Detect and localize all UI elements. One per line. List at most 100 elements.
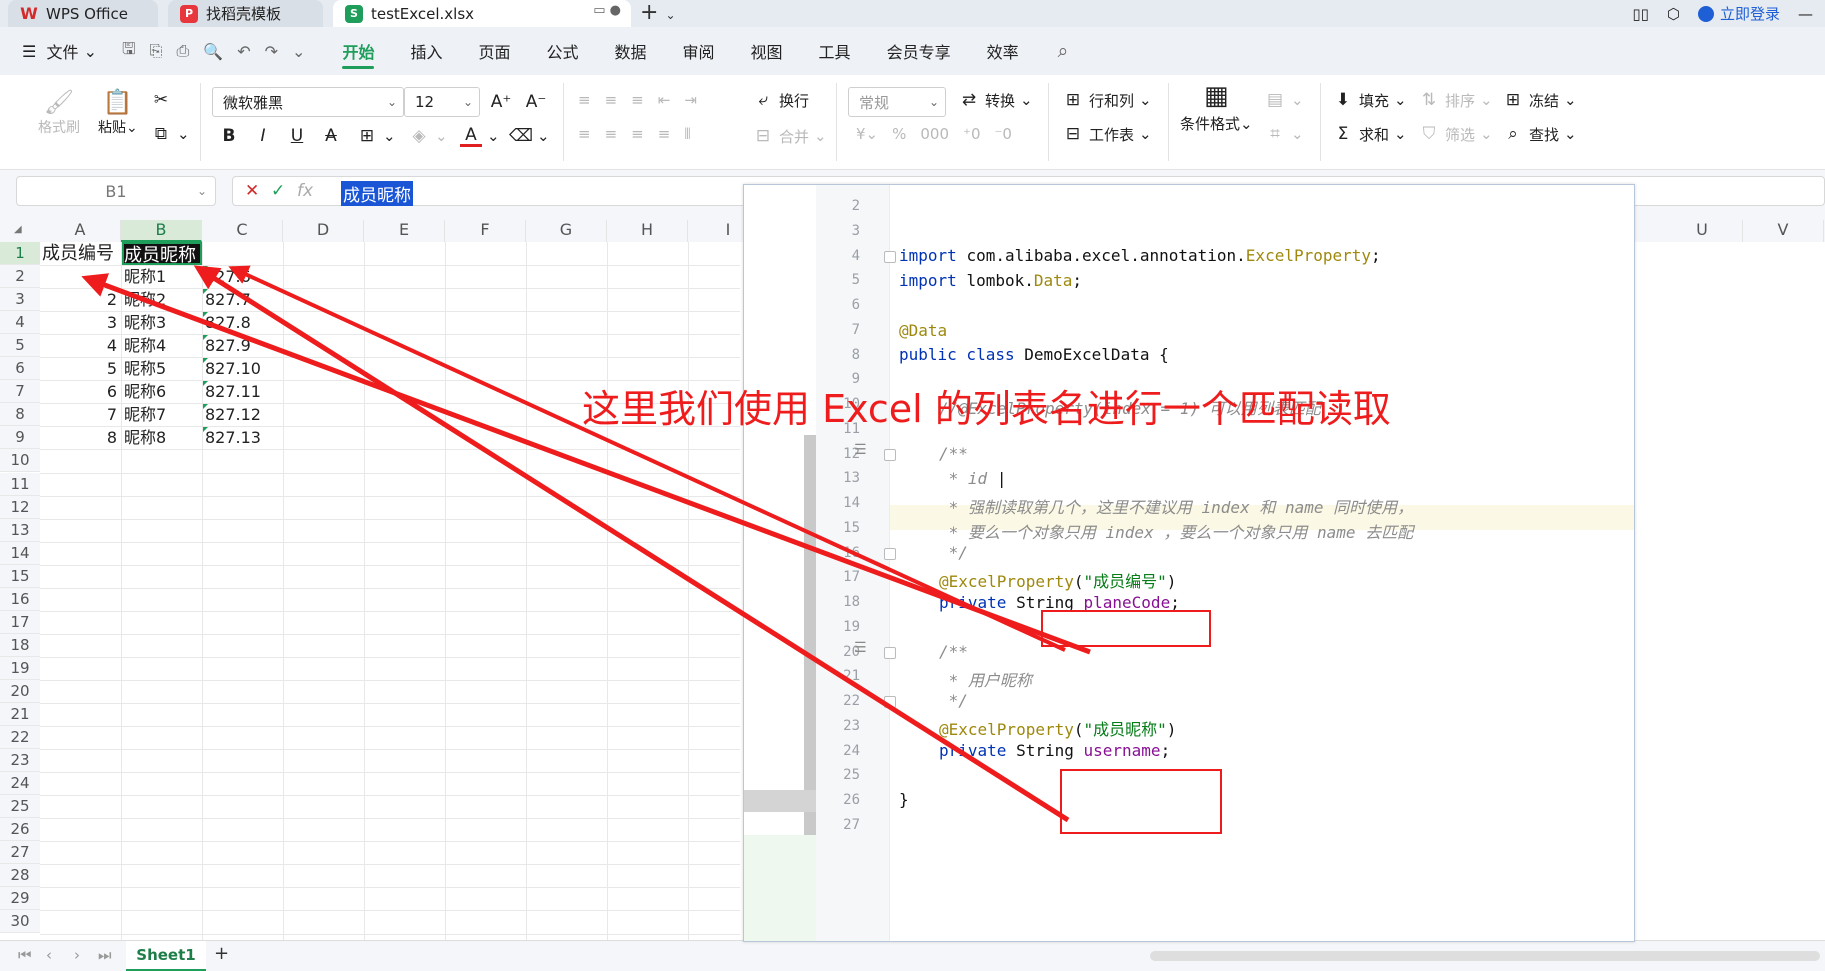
tab-wps-office[interactable]: W WPS Office: [8, 0, 158, 27]
format-painter-button[interactable]: 🖌 格式刷: [38, 88, 80, 137]
code-line-doc-2[interactable]: * 要么一个对象只用 index ，要么一个对象只用 name 去匹配: [939, 519, 1414, 543]
fold-icon[interactable]: [884, 251, 896, 263]
align-top-group[interactable]: ≡ ≡ ≡ ⇤ ⇥: [578, 91, 697, 109]
tab-status-icon[interactable]: ▭ ●: [593, 3, 621, 18]
grid-cell[interactable]: 8: [42, 426, 117, 449]
print-icon[interactable]: ⎙: [169, 41, 196, 61]
grid-cell[interactable]: 3: [42, 311, 117, 334]
last-sheet-icon[interactable]: ⏭: [98, 946, 112, 964]
first-sheet-icon[interactable]: ⏮: [18, 946, 32, 964]
row-header[interactable]: 25: [0, 795, 40, 819]
column-header[interactable]: B: [121, 220, 202, 242]
number-tools-group[interactable]: ¥⌄% 000 ⁺0 ⁻0: [856, 125, 1012, 143]
grid-cell[interactable]: [42, 265, 117, 288]
code-line-prop2[interactable]: @ExcelProperty("成员昵称"): [939, 716, 1176, 740]
grid-cell[interactable]: 827.11: [205, 380, 283, 403]
bold-button[interactable]: B: [218, 125, 240, 147]
grid-cell[interactable]: 昵称7: [124, 403, 202, 426]
code-line-doc-open-2[interactable]: /**: [939, 642, 968, 661]
row-header[interactable]: 14: [0, 541, 40, 565]
font-family-select[interactable]: 微软雅黑 ⌄: [212, 87, 404, 117]
next-sheet-icon[interactable]: ›: [74, 946, 80, 964]
underline-button[interactable]: U: [286, 125, 308, 147]
font-size-select[interactable]: 12 ⌄: [404, 87, 480, 117]
row-header[interactable]: 8: [0, 403, 40, 427]
column-header[interactable]: F: [445, 220, 526, 242]
code-line-doc-open[interactable]: /**: [939, 444, 968, 463]
number-format-select[interactable]: 常规 ⌄: [848, 87, 946, 117]
grid-cell[interactable]: 5: [42, 357, 117, 380]
row-header[interactable]: 20: [0, 679, 40, 703]
cube-icon[interactable]: ⬡: [1667, 5, 1680, 23]
grid-cell[interactable]: 827.8: [205, 311, 283, 334]
table-style-button[interactable]: ⌗ ⌄: [1264, 123, 1303, 145]
column-header[interactable]: H: [607, 220, 688, 242]
save-icon[interactable]: 🖫: [115, 38, 143, 65]
row-header[interactable]: 27: [0, 841, 40, 865]
name-box[interactable]: B1 ⌄: [16, 176, 216, 206]
row-header[interactable]: 17: [0, 610, 40, 634]
column-header[interactable]: A: [40, 220, 121, 242]
row-header[interactable]: 2: [0, 265, 40, 289]
row-header[interactable]: 3: [0, 288, 40, 312]
border-button[interactable]: ⊞ ⌄: [356, 125, 396, 147]
file-menu[interactable]: ☰ 文件 ⌄: [0, 27, 115, 75]
row-header[interactable]: 15: [0, 564, 40, 588]
fill-color-button[interactable]: ◈ ⌄: [408, 125, 447, 147]
row-col-button[interactable]: ⊞ 行和列 ⌄: [1062, 89, 1152, 111]
row-header[interactable]: 5: [0, 334, 40, 358]
row-header[interactable]: 1: [0, 242, 40, 266]
export-icon[interactable]: ⎘: [143, 41, 170, 61]
grid-cell[interactable]: 7: [42, 403, 117, 426]
fold-icon[interactable]: [884, 449, 896, 461]
menu-page[interactable]: 页面: [460, 27, 528, 75]
convert-button[interactable]: ⇄ 转换 ⌄: [958, 89, 1033, 111]
minimize-icon[interactable]: —: [1798, 5, 1813, 23]
increase-font-button[interactable]: A⁺: [490, 91, 512, 113]
grid-cell[interactable]: 昵称6: [124, 380, 202, 403]
horizontal-scrollbar[interactable]: [1150, 951, 1820, 961]
row-header[interactable]: 16: [0, 587, 40, 611]
decrease-font-button[interactable]: A⁻: [525, 91, 547, 113]
wrap-button[interactable]: ⤶ 换行: [752, 89, 809, 111]
code-line-doc-close-2[interactable]: */: [939, 691, 968, 710]
copy-button[interactable]: ⧉ ⌄: [150, 123, 190, 145]
row-header[interactable]: 30: [0, 910, 40, 934]
menu-tools[interactable]: 工具: [801, 27, 869, 75]
grid-cell[interactable]: 827.12: [205, 403, 283, 426]
code-line-import2[interactable]: import lombok.Data;: [899, 271, 1082, 290]
fill-button[interactable]: ⬇ 填充 ⌄: [1332, 89, 1407, 111]
clear-button[interactable]: ⌫ ⌄: [509, 125, 550, 147]
menu-efficiency[interactable]: 效率: [969, 27, 1037, 75]
freeze-button[interactable]: ⊞ 冻结 ⌄: [1502, 89, 1577, 111]
row-header[interactable]: 12: [0, 495, 40, 519]
row-header[interactable]: 7: [0, 380, 40, 404]
grid-cell[interactable]: 昵称8: [124, 426, 202, 449]
fold-icon[interactable]: [884, 548, 896, 560]
row-header[interactable]: 11: [0, 472, 40, 496]
grid-cell[interactable]: 827.7: [205, 288, 283, 311]
code-line-field2[interactable]: private String username;: [939, 741, 1170, 760]
menu-insert[interactable]: 插入: [392, 27, 460, 75]
column-header[interactable]: U: [1662, 220, 1743, 242]
italic-button[interactable]: I: [252, 125, 274, 147]
row-header[interactable]: 24: [0, 772, 40, 796]
column-header[interactable]: E: [364, 220, 445, 242]
tab-template[interactable]: P 找稻壳模板: [168, 0, 323, 27]
editor-scroll-thumb[interactable]: [804, 435, 816, 885]
row-header[interactable]: 26: [0, 818, 40, 842]
code-line-import1[interactable]: import com.alibaba.excel.annotation.Exce…: [899, 246, 1381, 265]
code-line-doc-name[interactable]: * 用户昵称: [939, 667, 1032, 691]
select-all-icon[interactable]: ◢: [14, 224, 22, 235]
undo-icon[interactable]: ↶: [230, 42, 257, 61]
cell-style-button[interactable]: ▤ ⌄: [1264, 89, 1304, 111]
row-header[interactable]: 18: [0, 633, 40, 657]
sort-button[interactable]: ⇅ 排序 ⌄: [1418, 89, 1493, 111]
search-icon[interactable]: ⌕: [1051, 40, 1076, 62]
grid-cell[interactable]: 昵称5: [124, 357, 202, 380]
grid-cell[interactable]: 昵称4: [124, 334, 202, 357]
grid-cell[interactable]: 6: [42, 380, 117, 403]
row-header[interactable]: 6: [0, 357, 40, 381]
login-button[interactable]: 立即登录: [1697, 3, 1780, 24]
grid-cell[interactable]: 827.13: [205, 426, 283, 449]
